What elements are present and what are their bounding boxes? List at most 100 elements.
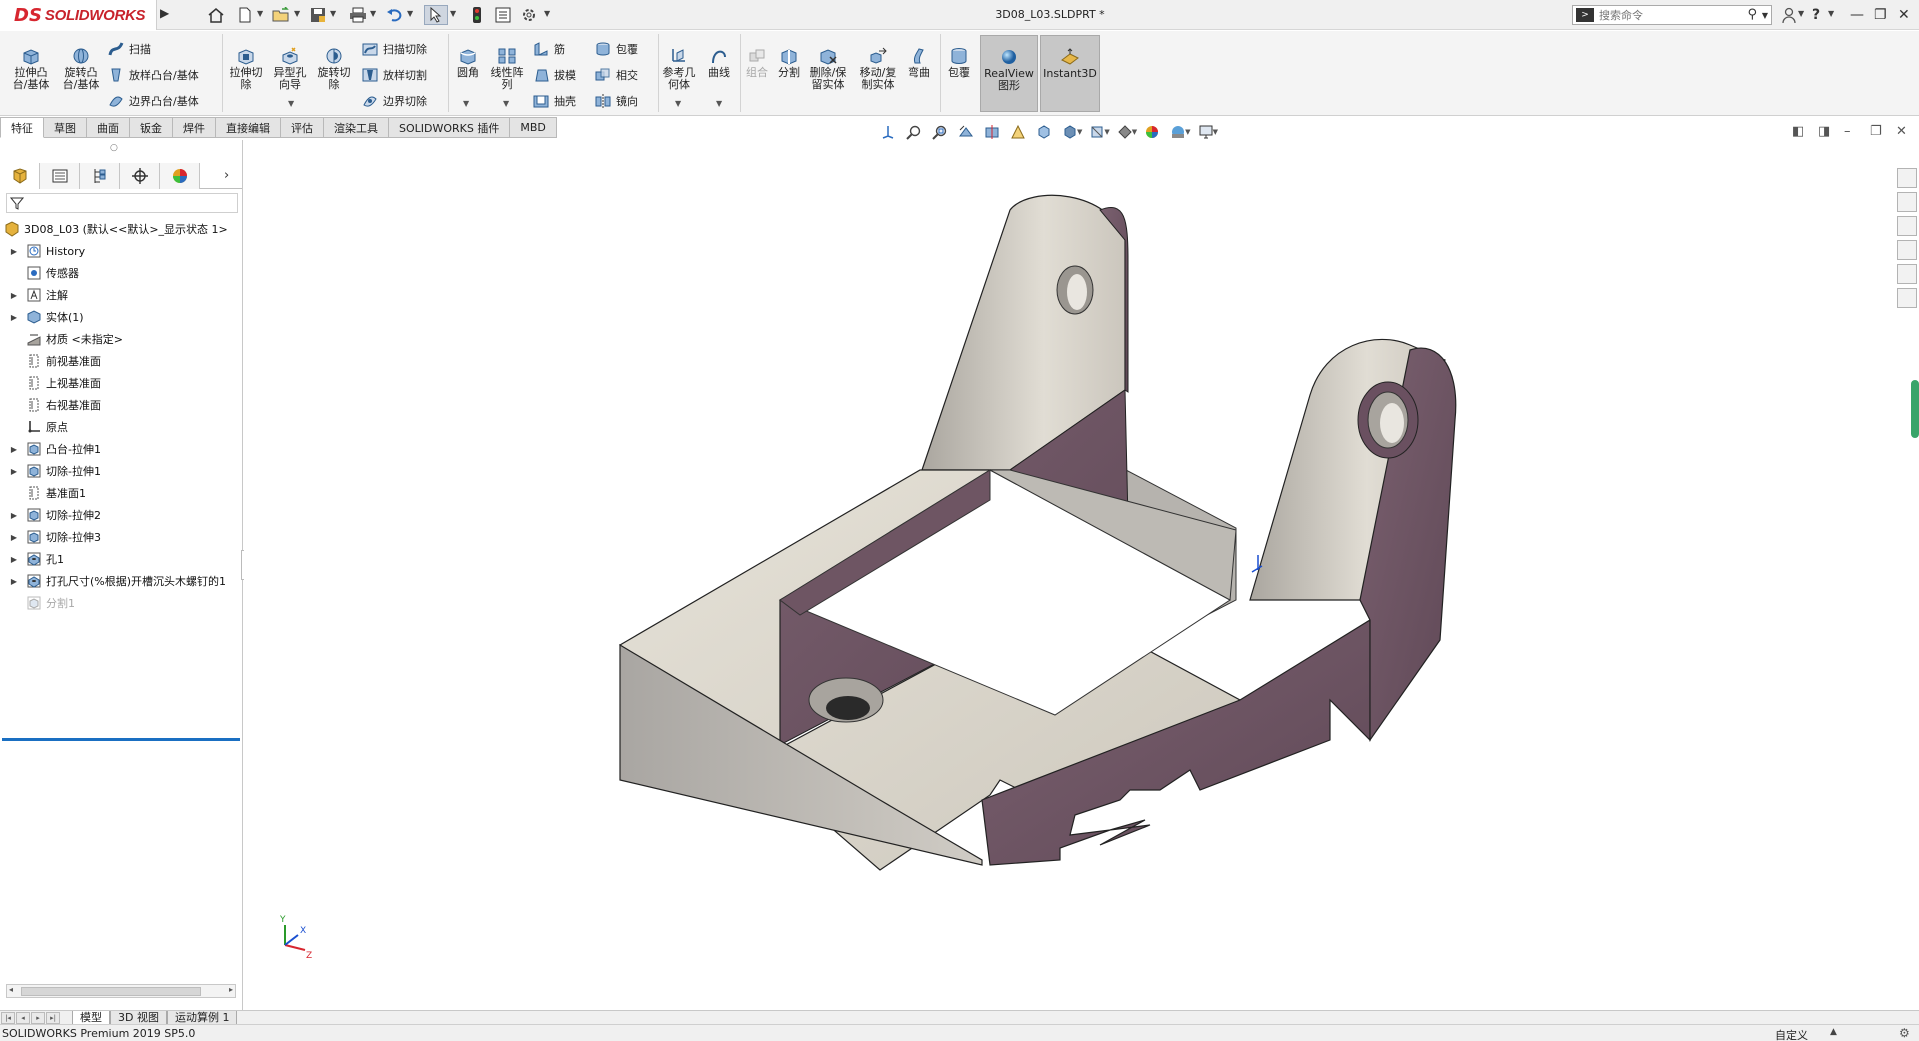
move-copy-body-button[interactable]: 移动/复制实体: [856, 47, 900, 91]
rib-button[interactable]: 筋: [533, 40, 565, 58]
doc-tile-right-icon[interactable]: ◨: [1818, 124, 1844, 140]
loft-cut-button[interactable]: 放样切割: [362, 66, 427, 84]
design-library-icon[interactable]: [1897, 192, 1917, 212]
tree-item[interactable]: ▶ 凸台-拉伸1: [0, 438, 243, 460]
new-document-icon[interactable]: [235, 5, 255, 25]
boundary-boss-button[interactable]: 边界凸台/基体: [108, 92, 199, 110]
expand-arrow-icon[interactable]: ▶: [8, 445, 20, 454]
shell-button[interactable]: 抽壳: [533, 92, 576, 110]
help-dropdown-icon[interactable]: ▼: [1828, 9, 1834, 18]
sweep-cut-button[interactable]: 扫描切除: [362, 40, 427, 58]
view-palette-icon[interactable]: [1897, 240, 1917, 260]
solidworks-resources-icon[interactable]: [1897, 168, 1917, 188]
tab-surfaces[interactable]: 曲面: [87, 117, 130, 138]
scroll-left-icon[interactable]: ◂: [9, 985, 13, 994]
linear-pattern-button[interactable]: 线性阵列: [488, 47, 526, 91]
flex-button[interactable]: 弯曲: [904, 47, 934, 79]
tree-item[interactable]: ▶ 实体(1): [0, 306, 243, 328]
edit-appearance-dropdown-icon[interactable]: ▼: [1132, 128, 1137, 136]
save-icon[interactable]: [307, 5, 329, 25]
tree-item[interactable]: 前视基准面: [0, 350, 243, 372]
propertymanager-tab-icon[interactable]: [40, 163, 80, 189]
tab-3d-view[interactable]: 3D 视图: [110, 1010, 167, 1025]
reference-geometry-button[interactable]: 参考几何体: [662, 47, 696, 91]
restore-window-icon[interactable]: ❐: [1874, 5, 1887, 25]
print-dropdown-icon[interactable]: ▼: [370, 9, 376, 18]
tab-model[interactable]: 模型: [72, 1010, 110, 1025]
tree-item[interactable]: ▶ 切除-拉伸3: [0, 526, 243, 548]
expand-arrow-icon[interactable]: ▶: [8, 291, 20, 300]
close-window-icon[interactable]: ✕: [1898, 5, 1910, 25]
file-explorer-icon[interactable]: [1897, 216, 1917, 236]
select-dropdown-icon[interactable]: ▼: [450, 9, 456, 18]
tree-item[interactable]: 材质 <未指定>: [0, 328, 243, 350]
doc-close-icon[interactable]: ✕: [1896, 124, 1919, 140]
custom-properties-icon[interactable]: [1897, 288, 1917, 308]
open-folder-icon[interactable]: [270, 5, 292, 25]
curves-button[interactable]: 曲线: [704, 47, 734, 79]
tab-features[interactable]: 特征: [0, 117, 44, 138]
tree-item[interactable]: ▶ 切除-拉伸2: [0, 504, 243, 526]
tab-evaluate[interactable]: 评估: [281, 117, 324, 138]
delete-keep-body-button[interactable]: 删除/保留实体: [806, 47, 850, 91]
expand-arrow-icon[interactable]: ▶: [8, 511, 20, 520]
help-icon[interactable]: ?: [1812, 5, 1820, 25]
wrap-button[interactable]: 包覆: [595, 40, 638, 58]
doc-tile-left-icon[interactable]: ◧: [1792, 124, 1818, 140]
expand-arrow-icon[interactable]: ▶: [8, 247, 20, 256]
tree-item[interactable]: 分割1: [0, 592, 243, 614]
doc-minimize-icon[interactable]: –: [1844, 124, 1870, 140]
tree-item[interactable]: ▶ 注解: [0, 284, 243, 306]
status-bar-settings-icon[interactable]: ⚙: [1899, 1026, 1910, 1040]
new-dropdown-icon[interactable]: ▼: [257, 9, 263, 18]
expand-arrow-icon[interactable]: ▶: [8, 533, 20, 542]
configurationmanager-tab-icon[interactable]: [80, 163, 120, 189]
search-input[interactable]: [1599, 8, 1739, 22]
first-tab-icon[interactable]: |◂: [1, 1011, 15, 1024]
tab-sheet-metal[interactable]: 钣金: [130, 117, 173, 138]
rebuild-traffic-light-icon[interactable]: [468, 5, 486, 25]
search-dropdown-icon[interactable]: ▼: [1762, 11, 1768, 20]
undo-icon[interactable]: [384, 5, 406, 25]
sweep-button[interactable]: 扫描: [108, 40, 151, 58]
fillet-dropdown-icon[interactable]: ▼: [463, 99, 469, 108]
panel-grip-icon[interactable]: ○: [110, 143, 118, 153]
part-model-3d[interactable]: Y Z X: [244, 140, 1899, 1010]
reference-geometry-dropdown-icon[interactable]: ▼: [675, 99, 681, 108]
user-dropdown-icon[interactable]: ▼: [1798, 9, 1804, 18]
hole-wizard-button[interactable]: 异型孔向导: [270, 47, 310, 91]
boundary-cut-button[interactable]: 边界切除: [362, 92, 427, 110]
tree-item[interactable]: ▶ 切除-拉伸1: [0, 460, 243, 482]
search-icon[interactable]: ⚲: [1747, 7, 1757, 22]
solidworks-logo[interactable]: DS SOLIDWORKS: [0, 0, 157, 30]
options-dropdown-icon[interactable]: ▼: [544, 9, 550, 18]
expand-arrow-icon[interactable]: ▶: [8, 577, 20, 586]
graphics-area[interactable]: Y Z X: [244, 140, 1899, 1010]
expand-arrow-icon[interactable]: ▶: [8, 313, 20, 322]
prev-tab-icon[interactable]: ◂: [16, 1011, 30, 1024]
appearances-scenes-icon[interactable]: [1897, 264, 1917, 284]
doc-restore-icon[interactable]: ❐: [1870, 124, 1896, 140]
display-style-dropdown-icon[interactable]: ▼: [1077, 128, 1082, 136]
tab-sketch[interactable]: 草图: [44, 117, 87, 138]
undo-dropdown-icon[interactable]: ▼: [407, 9, 413, 18]
view-settings-dropdown-icon[interactable]: ▼: [1213, 128, 1218, 136]
tab-weldments[interactable]: 焊件: [173, 117, 216, 138]
expand-arrow-icon[interactable]: ▶: [8, 555, 20, 564]
more-tabs-arrow-icon[interactable]: ›: [224, 168, 229, 183]
tab-direct-editing[interactable]: 直接编辑: [216, 117, 281, 138]
linear-pattern-dropdown-icon[interactable]: ▼: [503, 99, 509, 108]
hide-show-dropdown-icon[interactable]: ▼: [1104, 128, 1109, 136]
tree-filter-box[interactable]: [6, 193, 238, 213]
loft-boss-button[interactable]: 放样凸台/基体: [108, 66, 199, 84]
tab-render-tools[interactable]: 渲染工具: [324, 117, 389, 138]
intersect-button[interactable]: 相交: [595, 66, 638, 84]
extrude-boss-button[interactable]: 拉伸凸台/基体: [8, 47, 54, 91]
tree-root-part[interactable]: 3D08_L03 (默认<<默认>_显示状态 1>: [0, 218, 243, 240]
minimize-window-icon[interactable]: —: [1850, 5, 1864, 25]
scroll-thumb[interactable]: [21, 987, 201, 996]
realview-button[interactable]: RealView图形: [980, 35, 1038, 112]
tab-solidworks-addins[interactable]: SOLIDWORKS 插件: [389, 117, 511, 138]
displaymanager-tab-icon[interactable]: [160, 163, 200, 189]
open-dropdown-icon[interactable]: ▼: [294, 9, 300, 18]
